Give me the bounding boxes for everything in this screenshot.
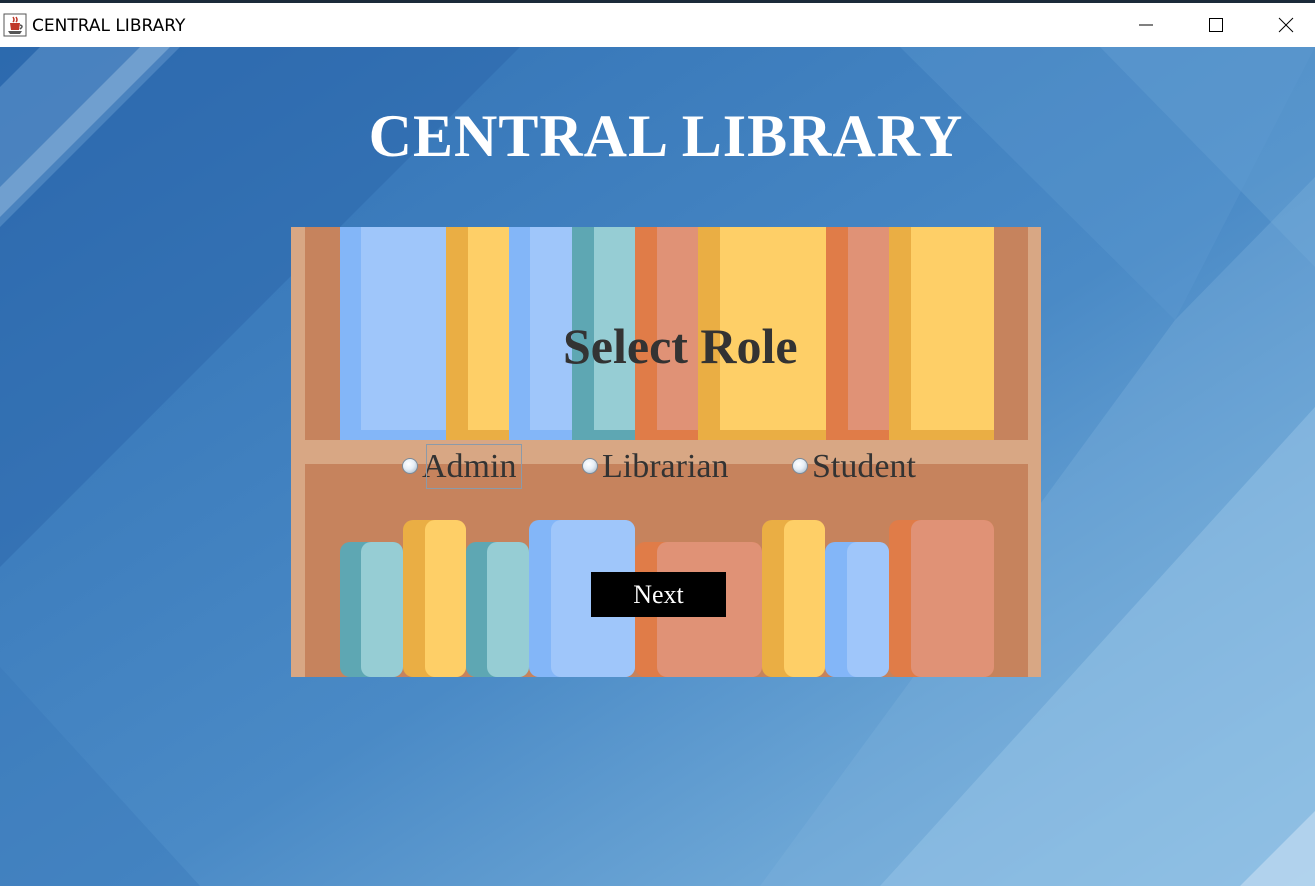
window-titlebar: CENTRAL LIBRARY xyxy=(0,3,1315,47)
role-label-admin: Admin xyxy=(422,448,517,485)
close-button[interactable] xyxy=(1251,3,1315,47)
radio-button-icon[interactable] xyxy=(792,458,808,474)
app-heading: CENTRAL LIBRARY xyxy=(368,103,964,169)
radio-button-icon[interactable] xyxy=(582,458,598,474)
close-icon xyxy=(1278,17,1294,33)
minimize-button[interactable] xyxy=(1111,3,1181,47)
role-label-librarian: Librarian xyxy=(602,448,729,485)
role-radio-admin[interactable]: Admin xyxy=(402,445,516,489)
role-radio-librarian[interactable]: Librarian xyxy=(582,445,729,489)
window-title: CENTRAL LIBRARY xyxy=(32,16,186,36)
role-label-student: Student xyxy=(812,448,916,485)
next-button[interactable]: Next xyxy=(591,572,726,617)
app-content: CENTRAL LIBRARY Select Role Admin Librar… xyxy=(0,47,1315,886)
minimize-icon xyxy=(1139,24,1153,26)
java-cup-icon xyxy=(3,13,27,37)
select-role-heading: Select Role xyxy=(563,318,798,374)
maximize-icon xyxy=(1209,18,1223,32)
role-radio-student[interactable]: Student xyxy=(792,445,916,489)
radio-button-icon[interactable] xyxy=(402,458,418,474)
maximize-button[interactable] xyxy=(1181,3,1251,47)
